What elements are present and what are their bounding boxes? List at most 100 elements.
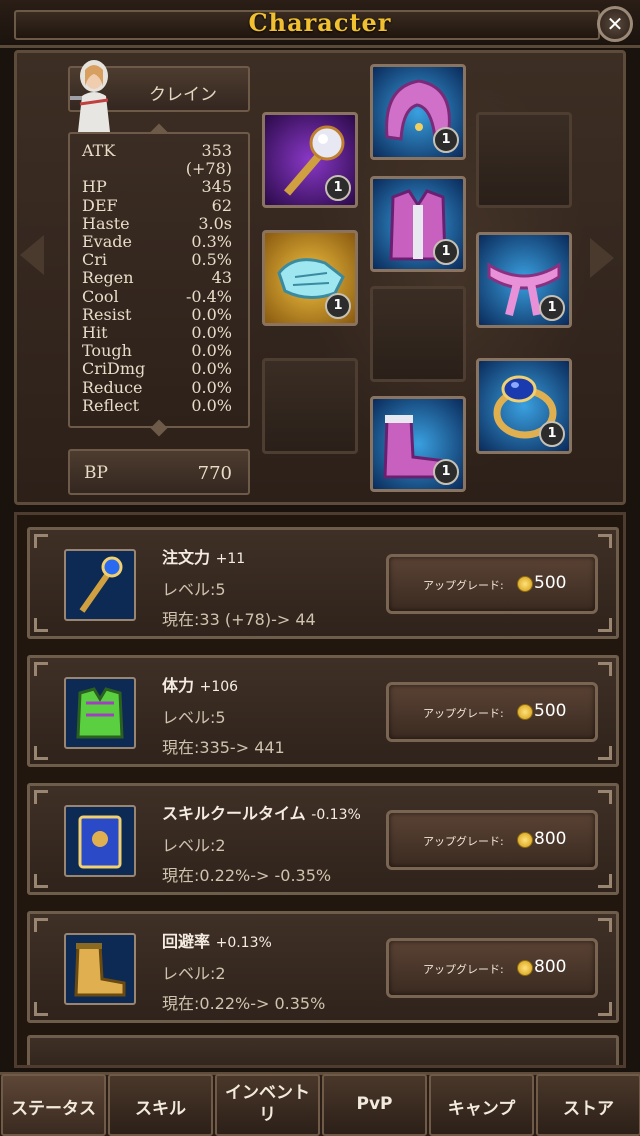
upgrade-title: スキルクールタイム -0.13% — [162, 800, 361, 824]
bp-label: BP — [84, 463, 108, 483]
close-button[interactable]: ✕ — [597, 6, 633, 42]
stat-value: 0.0% — [191, 377, 232, 397]
stat-row: ATK 353 — [82, 142, 232, 160]
upgrade-button-label: アップグレード: — [423, 579, 504, 592]
upgrade-name: 体力 — [162, 676, 195, 695]
item-count-badge: 1 — [325, 175, 351, 201]
stat-value: 43 — [211, 268, 232, 288]
stat-row: Tough 0.0% — [82, 342, 232, 360]
upgrade-icon-frame — [64, 933, 136, 1005]
equip-slot-empty[interactable] — [262, 358, 358, 454]
upgrade-bonus: +0.13% — [215, 935, 272, 951]
stat-row: Evade 0.3% — [82, 233, 232, 251]
upgrade-name: 回避率 — [162, 932, 211, 951]
upgrade-row: 注文力 +11 レベル:5 現在:33 (+78)-> 44 アップグレード: 500 — [27, 527, 619, 639]
frame-corner — [34, 1002, 48, 1016]
stat-label: Tough — [82, 341, 132, 361]
equip-slot-empty[interactable] — [476, 112, 572, 208]
tab-3[interactable]: PvP — [322, 1074, 427, 1136]
equip-slot-empty[interactable] — [370, 286, 466, 382]
upgrade-name: 注文力 — [162, 548, 211, 567]
stat-row: (+78) — [82, 160, 232, 178]
stat-row: Cri 0.5% — [82, 251, 232, 269]
stat-row: Resist 0.0% — [82, 304, 232, 324]
frame-corner — [34, 618, 48, 632]
frame-corner — [34, 662, 48, 676]
upgrade-row: 体力 +106 レベル:5 現在:335-> 441 アップグレード: 500 — [27, 655, 619, 767]
tab-2[interactable]: インベントリ — [215, 1074, 320, 1136]
item-count-badge: 1 — [325, 293, 351, 319]
tab-5[interactable]: ストア — [536, 1074, 640, 1136]
frame-corner — [34, 918, 48, 932]
upgrade-level: レベル:2 — [162, 836, 226, 855]
stat-label: Cri — [82, 250, 108, 270]
frame-corner — [34, 874, 48, 888]
equip-slot-ring[interactable]: 1 — [476, 358, 572, 454]
equip-slot-body[interactable]: 1 — [370, 176, 466, 272]
armor-icon — [76, 687, 124, 739]
item-count-badge: 1 — [539, 421, 565, 447]
equip-slot-staff[interactable]: 1 — [262, 112, 358, 208]
stat-label: Cool — [82, 286, 119, 306]
prev-character-arrow-icon[interactable] — [20, 235, 44, 275]
equip-slot-hands[interactable]: 1 — [262, 230, 358, 326]
frame-corner — [598, 662, 612, 676]
upgrade-level: レベル:2 — [162, 964, 226, 983]
next-character-arrow-icon[interactable] — [590, 238, 614, 278]
stat-row: Cool -0.4% — [82, 286, 232, 306]
equip-slot-head[interactable]: 1 — [370, 64, 466, 160]
tab-label: PvP — [356, 1094, 393, 1114]
tab-label: ストア — [563, 1099, 614, 1119]
upgrade-button-label: アップグレード: — [423, 963, 504, 976]
tab-1[interactable]: スキル — [108, 1074, 213, 1136]
upgrade-button[interactable]: アップグレード: 800 — [386, 810, 598, 870]
frame-corner — [598, 918, 612, 932]
stat-label: HP — [82, 177, 107, 197]
upgrade-cost: 500 — [534, 573, 567, 593]
upgrade-list[interactable]: 注文力 +11 レベル:5 現在:33 (+78)-> 44 アップグレード: 500 体… — [14, 512, 626, 1068]
upgrade-icon-frame — [64, 805, 136, 877]
upgrade-current: 現在:335-> 441 — [162, 738, 285, 757]
upgrade-cost: 800 — [534, 829, 567, 849]
staff-icon — [79, 556, 123, 613]
equip-slot-feet[interactable]: 1 — [370, 396, 466, 492]
frame-corner — [34, 534, 48, 548]
upgrade-title: 注文力 +11 — [162, 544, 245, 568]
character-name: クレイン — [149, 85, 217, 105]
stat-value: 0.3% — [191, 232, 232, 251]
tab-label: スキル — [135, 1099, 186, 1119]
stat-label: Resist — [82, 304, 132, 324]
tab-label: ステータス — [11, 1099, 96, 1119]
upgrade-button[interactable]: アップグレード: 500 — [386, 682, 598, 742]
tab-0[interactable]: ステータス — [1, 1074, 106, 1136]
stat-label: ATK — [82, 141, 116, 160]
equip-slot-waist[interactable]: 1 — [476, 232, 572, 328]
stat-label: Reflect — [82, 395, 140, 415]
stat-row: Regen 43 — [82, 269, 232, 287]
bp-value: 770 — [197, 463, 232, 484]
stat-row: HP 345 — [82, 178, 232, 196]
item-count-badge: 1 — [433, 459, 459, 485]
stat-value: 62 — [211, 195, 232, 215]
stat-value: 345 — [201, 177, 232, 197]
stat-label: CriDmg — [82, 359, 146, 379]
upgrade-current: 現在:33 (+78)-> 44 — [162, 610, 316, 629]
tab-4[interactable]: キャンプ — [429, 1074, 534, 1136]
stat-value: 0.0% — [191, 304, 232, 324]
stat-value: 0.0% — [191, 341, 232, 361]
stat-value: 0.0% — [191, 359, 232, 379]
item-count-badge: 1 — [433, 127, 459, 153]
upgrade-button[interactable]: アップグレード: 500 — [386, 554, 598, 614]
stat-row: Reflect 0.0% — [82, 395, 232, 415]
frame-corner — [598, 534, 612, 548]
stat-label: Haste — [82, 213, 130, 233]
page-title: Character — [248, 8, 392, 37]
frame-corner — [598, 746, 612, 760]
upgrade-button[interactable]: アップグレード: 800 — [386, 938, 598, 998]
frame-corner — [598, 790, 612, 804]
stat-label: Hit — [82, 323, 108, 342]
frame-corner — [598, 874, 612, 888]
stat-value: -0.4% — [185, 286, 232, 306]
upgrade-cost: 800 — [534, 957, 567, 977]
upgrade-level: レベル:5 — [162, 580, 226, 599]
